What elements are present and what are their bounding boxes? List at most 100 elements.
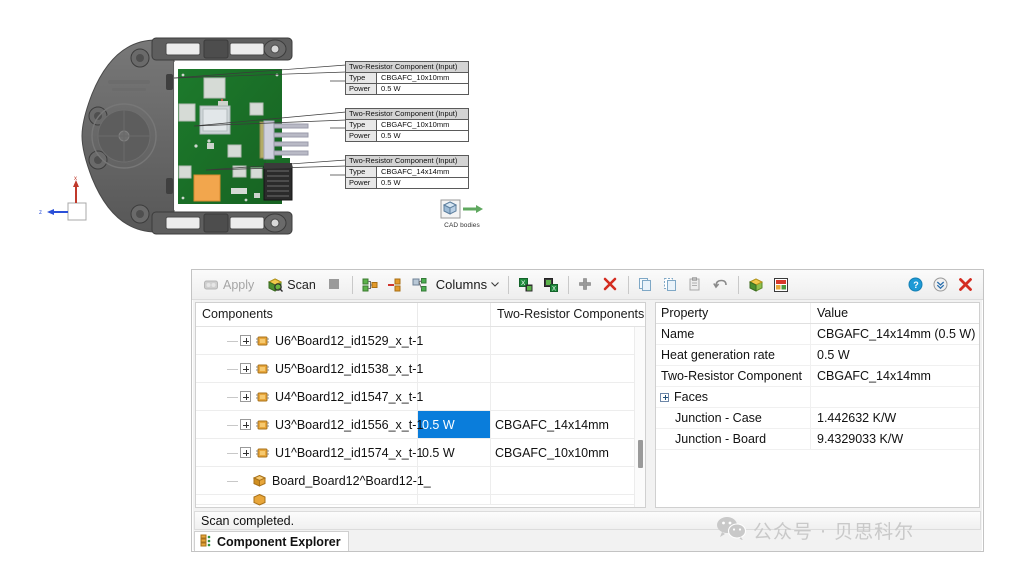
grid-header-components[interactable]: Components	[196, 303, 418, 326]
paste-button[interactable]	[685, 274, 707, 296]
callout-value: 0.5 W	[377, 177, 468, 188]
callout-title: Two-Resistor Component (Input)	[346, 62, 468, 73]
table-view-button[interactable]	[770, 274, 792, 296]
tree-node[interactable]: U4^Board12_id1547_x_t-1	[196, 383, 423, 410]
property-key: Junction - Board	[656, 429, 811, 449]
axis-z-label: z	[39, 210, 42, 216]
property-key: Junction - Case	[656, 408, 811, 428]
table-row[interactable]: U6^Board12_id1529_x_t-1	[196, 327, 645, 355]
cell-two-resistor-type[interactable]	[491, 467, 645, 494]
scan-button[interactable]: Scan	[262, 274, 321, 296]
tab-label: Component Explorer	[217, 534, 341, 549]
property-header-value: Value	[817, 306, 849, 320]
property-key: Name	[656, 324, 811, 344]
expand-plus-icon[interactable]	[240, 335, 251, 346]
delete-button[interactable]	[600, 274, 622, 296]
property-key: Heat generation rate	[656, 345, 811, 365]
export-to-excel-button[interactable]: X	[515, 274, 537, 296]
plus-icon	[578, 277, 594, 293]
cell-two-resistor-type[interactable]: CBGAFC_14x14mm	[491, 411, 645, 438]
close-panel-button[interactable]	[955, 274, 977, 296]
expand-plus-icon[interactable]	[240, 447, 251, 458]
grid-vertical-scrollbar[interactable]	[634, 327, 645, 507]
cell-two-resistor-type[interactable]: CBGAFC_10x10mm	[491, 439, 645, 466]
chip-component-icon	[255, 334, 270, 348]
table-row[interactable]: U1^Board12_id1574_x_t-1 0.5 W CBGAFC_10x…	[196, 439, 645, 467]
callout-row-type: Type CBGAFC_10x10mm	[346, 72, 468, 84]
property-row-heat-generation-rate[interactable]: Heat generation rate 0.5 W	[656, 345, 979, 366]
tree-node[interactable]: U3^Board12_id1556_x_t-1	[196, 411, 423, 438]
cell-power[interactable]: 0.5 W	[418, 439, 491, 466]
apply-button[interactable]: Apply	[198, 274, 259, 296]
tree-node[interactable]: U6^Board12_id1529_x_t-1	[196, 327, 423, 354]
expand-plus-icon[interactable]	[240, 363, 251, 374]
cell-two-resistor-type[interactable]	[491, 495, 645, 504]
scrollbar-thumb[interactable]	[638, 440, 643, 468]
expand-plus-icon[interactable]	[240, 419, 251, 430]
collapse-button[interactable]	[930, 274, 952, 296]
table-row-partial[interactable]	[196, 493, 645, 506]
remove-component-button[interactable]	[384, 274, 406, 296]
columns-dropdown[interactable]: Columns	[434, 277, 502, 292]
tab-component-explorer[interactable]: Component Explorer	[194, 531, 349, 551]
chevron-down-icon	[490, 277, 500, 292]
grid-header-power[interactable]	[418, 303, 491, 326]
panel-splitter[interactable]	[646, 300, 655, 510]
property-value[interactable]: CBGAFC_14x14mm	[811, 369, 979, 383]
panel-toolbar: Apply Scan Columns X X ?	[192, 270, 983, 300]
property-header-key: Property	[656, 303, 811, 323]
property-row-junction-board[interactable]: Junction - Board 9.4329033 K/W	[656, 429, 979, 450]
import-from-excel-button[interactable]: X	[540, 274, 562, 296]
property-row-name[interactable]: Name CBGAFC_14x14mm (0.5 W) 3	[656, 324, 979, 345]
cell-power[interactable]	[418, 383, 491, 410]
callout-key: Power	[346, 130, 377, 141]
scan-label: Scan	[287, 277, 316, 292]
property-value[interactable]: 9.4329033 K/W	[811, 432, 979, 446]
table-row[interactable]: U4^Board12_id1547_x_t-1	[196, 383, 645, 411]
group-components-button[interactable]	[359, 274, 381, 296]
cell-two-resistor-type[interactable]	[491, 355, 645, 382]
callout-value: CBGAFC_10x10mm	[377, 119, 468, 130]
cell-power[interactable]	[418, 495, 491, 504]
tree-node[interactable]: U1^Board12_id1574_x_t-1	[196, 439, 423, 466]
duplicate-button[interactable]	[660, 274, 682, 296]
copy-button[interactable]	[635, 274, 657, 296]
3d-viewport[interactable]: Two-Resistor Component (Input) Type CBGA…	[0, 0, 1024, 270]
cell-power-selected[interactable]: 0.5 W	[418, 411, 491, 438]
cell-power[interactable]	[418, 327, 491, 354]
help-button[interactable]: ?	[905, 274, 927, 296]
expand-plus-icon[interactable]	[660, 392, 669, 402]
table-row[interactable]: U3^Board12_id1556_x_t-1 0.5 W CBGAFC_14x…	[196, 411, 645, 439]
chip-component-icon	[255, 418, 270, 432]
table-row[interactable]: Board_Board12^Board12-1_	[196, 467, 645, 495]
property-row-two-resistor-component[interactable]: Two-Resistor Component CBGAFC_14x14mm	[656, 366, 979, 387]
components-grid[interactable]: Components Two-Resistor Components U6^Bo…	[195, 302, 646, 508]
tree-node[interactable]: Board_Board12^Board12-1_	[196, 467, 431, 494]
table-row[interactable]: U5^Board12_id1538_x_t-1	[196, 355, 645, 383]
tree-node[interactable]	[196, 493, 418, 506]
screenshot-root: Two-Resistor Component (Input) Type CBGA…	[0, 0, 1024, 576]
close-x-icon	[958, 277, 974, 293]
tree-node-label: U3^Board12_id1556_x_t-1	[275, 417, 424, 432]
grid-header-two-resistor[interactable]: Two-Resistor Components	[491, 303, 645, 326]
property-grid[interactable]: Property Value Name CBGAFC_14x14mm (0.5 …	[655, 302, 980, 508]
group-components-icon	[362, 277, 378, 293]
cell-power[interactable]	[418, 355, 491, 382]
cell-two-resistor-type[interactable]	[491, 327, 645, 354]
property-value[interactable]: CBGAFC_14x14mm (0.5 W) 3	[811, 327, 979, 341]
tree-node[interactable]: U5^Board12_id1538_x_t-1	[196, 355, 423, 382]
property-value[interactable]: 0.5 W	[811, 348, 979, 362]
callout-table-1: Two-Resistor Component (Input) Type CBGA…	[345, 61, 469, 95]
stop-button[interactable]	[324, 274, 346, 296]
cad-body-button[interactable]	[745, 274, 767, 296]
cad-bodies-icon-wrap	[432, 198, 492, 220]
filter-components-button[interactable]	[409, 274, 431, 296]
status-bar: Scan completed.	[194, 511, 981, 530]
property-row-junction-case[interactable]: Junction - Case 1.442632 K/W	[656, 408, 979, 429]
property-row-faces[interactable]: Faces	[656, 387, 979, 408]
expand-plus-icon[interactable]	[240, 391, 251, 402]
property-value[interactable]: 1.442632 K/W	[811, 411, 979, 425]
undo-button[interactable]	[710, 274, 732, 296]
cell-two-resistor-type[interactable]	[491, 383, 645, 410]
add-button[interactable]	[575, 274, 597, 296]
